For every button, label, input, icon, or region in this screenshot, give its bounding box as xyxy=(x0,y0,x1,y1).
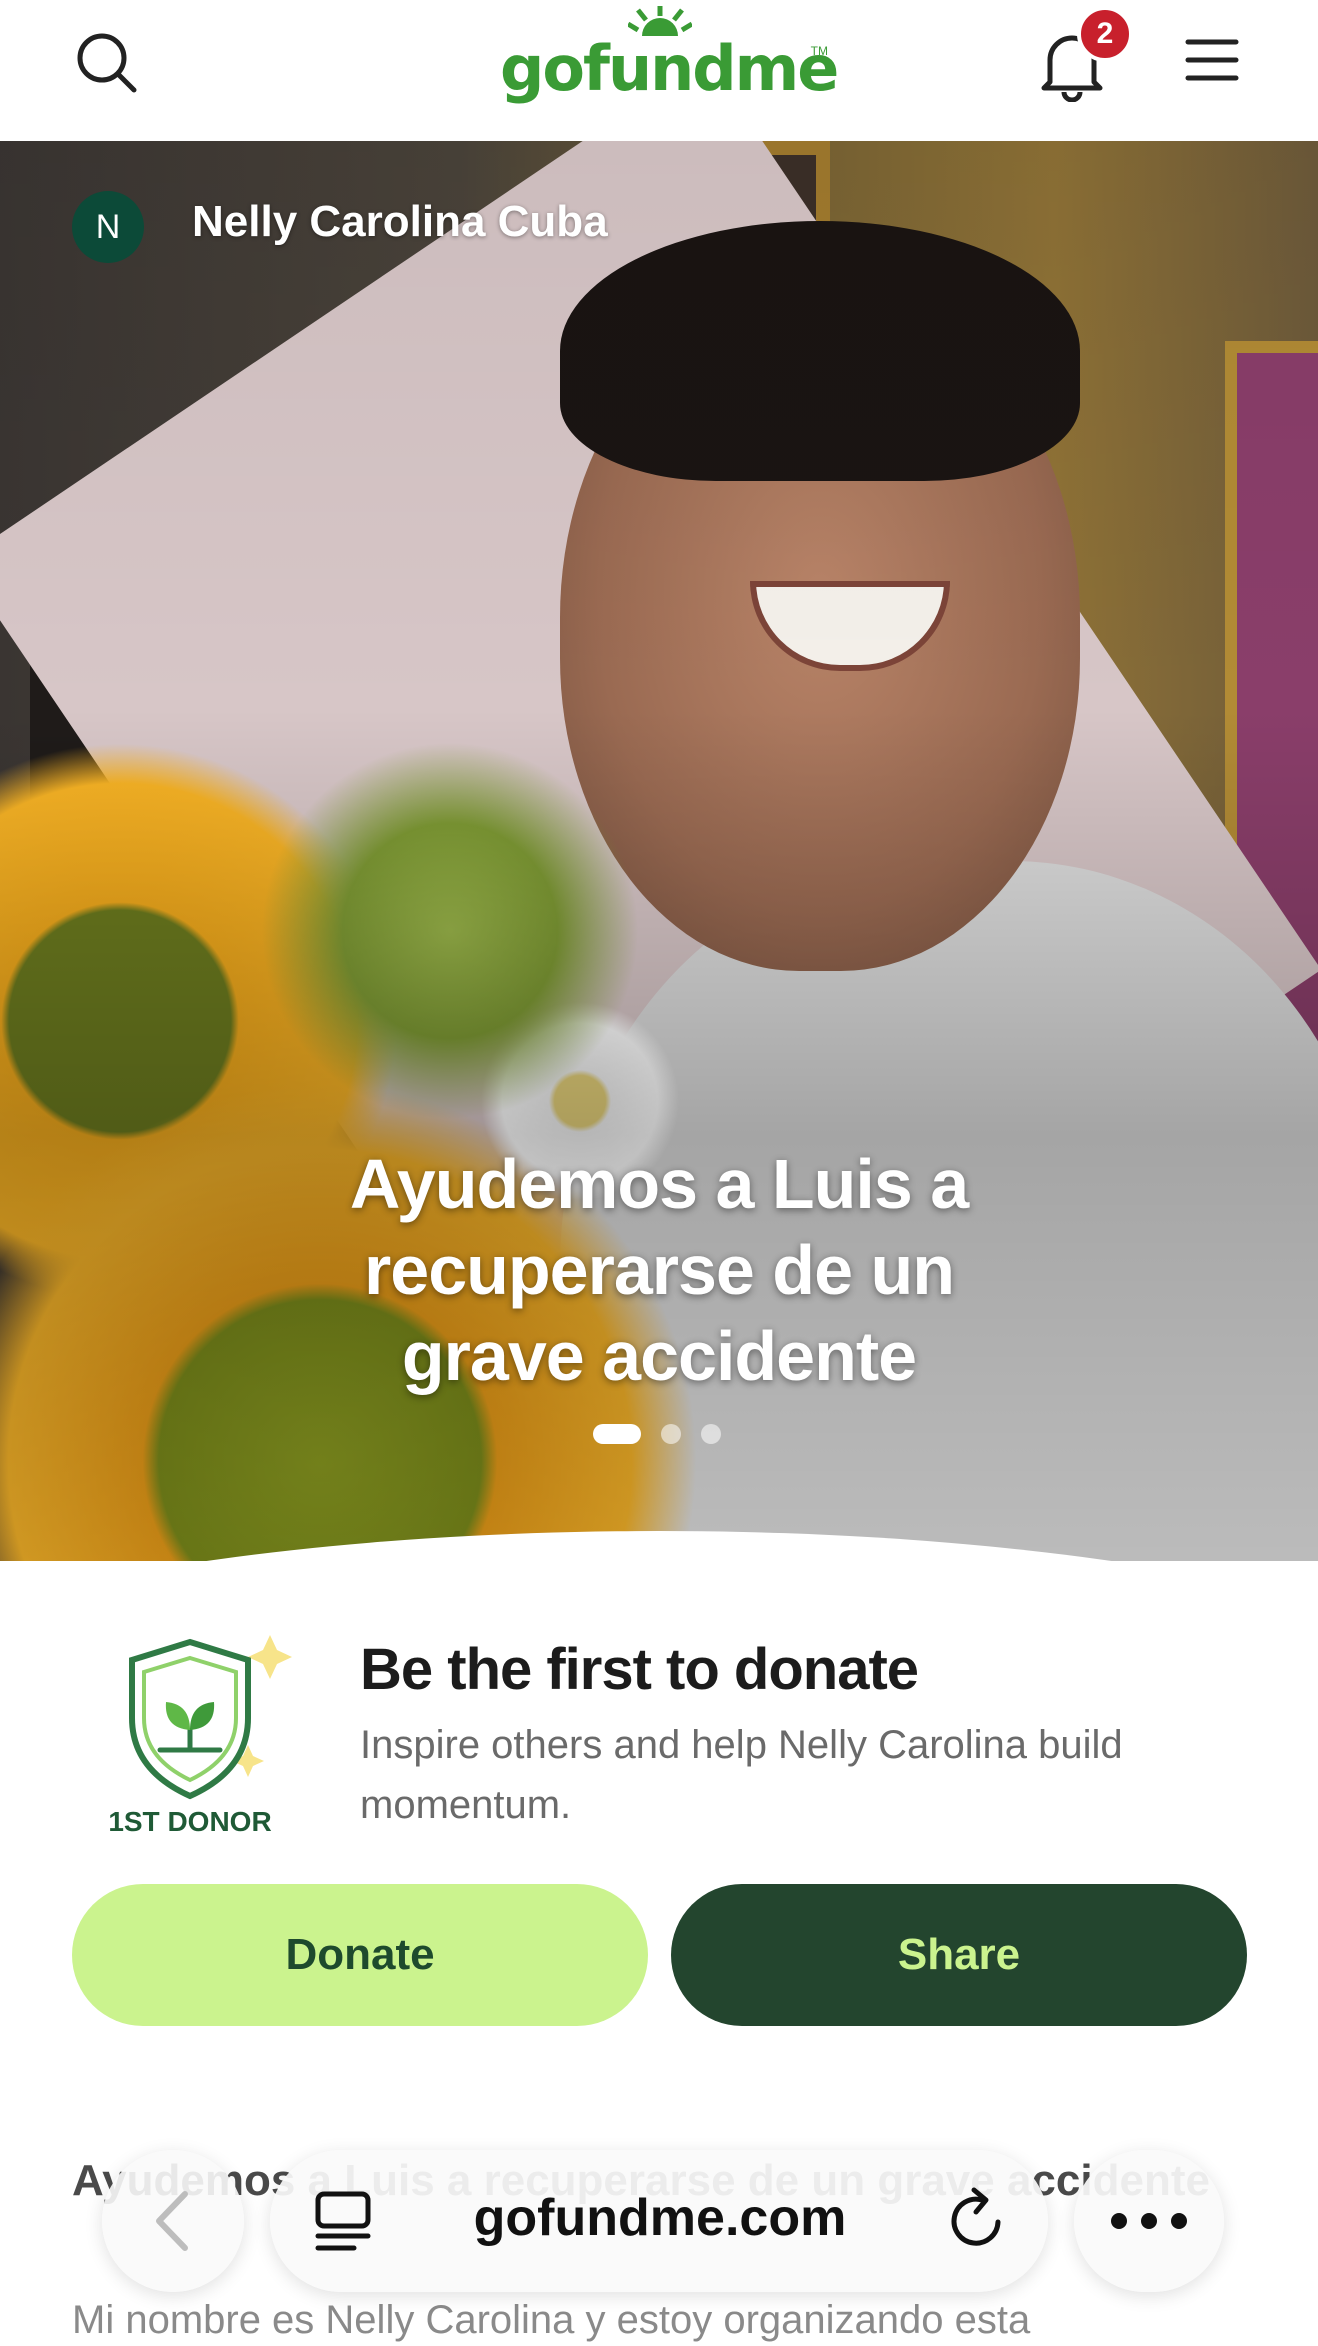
share-button[interactable]: Share xyxy=(671,1884,1247,2026)
carousel-dot[interactable] xyxy=(661,1424,681,1444)
notification-badge: 2 xyxy=(1077,6,1133,62)
more-icon xyxy=(1111,2213,1127,2229)
tabs-icon[interactable] xyxy=(310,2188,376,2254)
carousel-indicator[interactable] xyxy=(593,1424,721,1444)
campaign-title: Ayudemos a Luis a recuperarse de un grav… xyxy=(349,1145,969,1395)
carousel-dot[interactable] xyxy=(701,1424,721,1444)
logo-text: gofundme xyxy=(500,32,839,105)
hamburger-menu-icon[interactable] xyxy=(1180,30,1244,90)
search-icon[interactable] xyxy=(72,28,142,98)
campaign-hero-image[interactable]: N Nelly Carolina Cuba Ayudemos a Luis a … xyxy=(0,141,1318,1561)
first-donor-subtitle: Inspire others and help Nelly Carolina b… xyxy=(360,1723,1123,1827)
more-icon xyxy=(1171,2213,1187,2229)
first-donor-title: Be the first to donate xyxy=(360,1637,919,1702)
url-text[interactable]: gofundme.com xyxy=(400,2188,920,2248)
more-options-button[interactable] xyxy=(1074,2150,1224,2292)
donate-button[interactable]: Donate xyxy=(72,1884,648,2026)
carousel-dot-active[interactable] xyxy=(593,1424,641,1444)
browser-address-bar[interactable]: gofundme.com xyxy=(270,2150,1048,2292)
top-header: gofundme TM 2 xyxy=(0,0,1318,141)
chevron-left-icon xyxy=(156,2191,188,2251)
gofundme-logo[interactable]: gofundme TM xyxy=(500,6,839,114)
logo-tm: TM xyxy=(810,44,828,58)
reload-icon[interactable] xyxy=(942,2186,1012,2256)
organizer-name[interactable]: Nelly Carolina Cuba xyxy=(192,197,608,247)
story-body: Mi nombre es Nelly Carolina y estoy orga… xyxy=(72,2298,1031,2342)
first-donor-badge-label: 1ST DONOR xyxy=(108,1806,272,1837)
organizer-avatar[interactable]: N xyxy=(72,191,144,263)
more-icon xyxy=(1141,2213,1157,2229)
browser-back-button[interactable] xyxy=(102,2150,244,2292)
